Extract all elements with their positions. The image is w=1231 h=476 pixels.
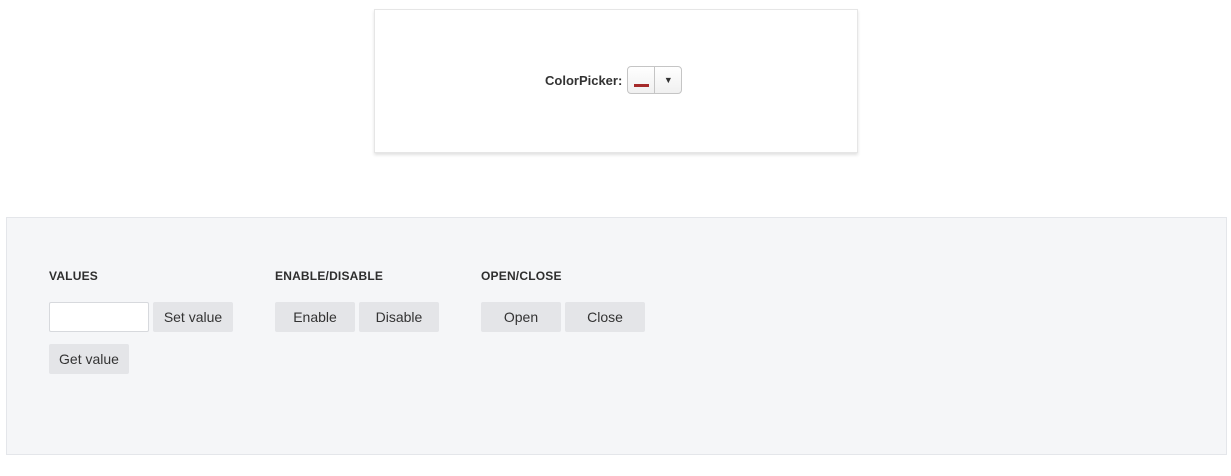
- enable-disable-title: ENABLE/DISABLE: [275, 269, 384, 283]
- enable-button[interactable]: Enable: [275, 302, 355, 332]
- demo-card: ColorPicker: ▼: [374, 9, 858, 153]
- values-title: VALUES: [49, 269, 98, 283]
- open-button[interactable]: Open: [481, 302, 561, 332]
- get-value-row: Get value: [49, 344, 233, 374]
- enable-disable-group: ENABLE/DISABLE Enable Disable: [275, 269, 439, 344]
- value-input[interactable]: [49, 302, 149, 332]
- color-preview[interactable]: [628, 67, 656, 93]
- enable-disable-row: Enable Disable: [275, 302, 439, 332]
- open-close-group: OPEN/CLOSE Open Close: [481, 269, 645, 344]
- colorpicker-label: ColorPicker:: [545, 72, 623, 88]
- colorpicker-row: ColorPicker: ▼: [545, 66, 683, 94]
- set-value-button[interactable]: Set value: [153, 302, 233, 332]
- options-panel: VALUES Set value Get value ENABLE/DISABL…: [6, 217, 1227, 455]
- values-group: VALUES Set value Get value: [49, 269, 233, 386]
- color-swatch: [634, 84, 650, 87]
- open-close-title: OPEN/CLOSE: [481, 269, 562, 283]
- colorpicker[interactable]: ▼: [627, 66, 683, 94]
- disable-button[interactable]: Disable: [359, 302, 439, 332]
- close-button[interactable]: Close: [565, 302, 645, 332]
- get-value-button[interactable]: Get value: [49, 344, 129, 374]
- values-row: Set value: [49, 302, 233, 332]
- open-close-row: Open Close: [481, 302, 645, 332]
- dropdown-arrow-icon[interactable]: ▼: [655, 67, 681, 93]
